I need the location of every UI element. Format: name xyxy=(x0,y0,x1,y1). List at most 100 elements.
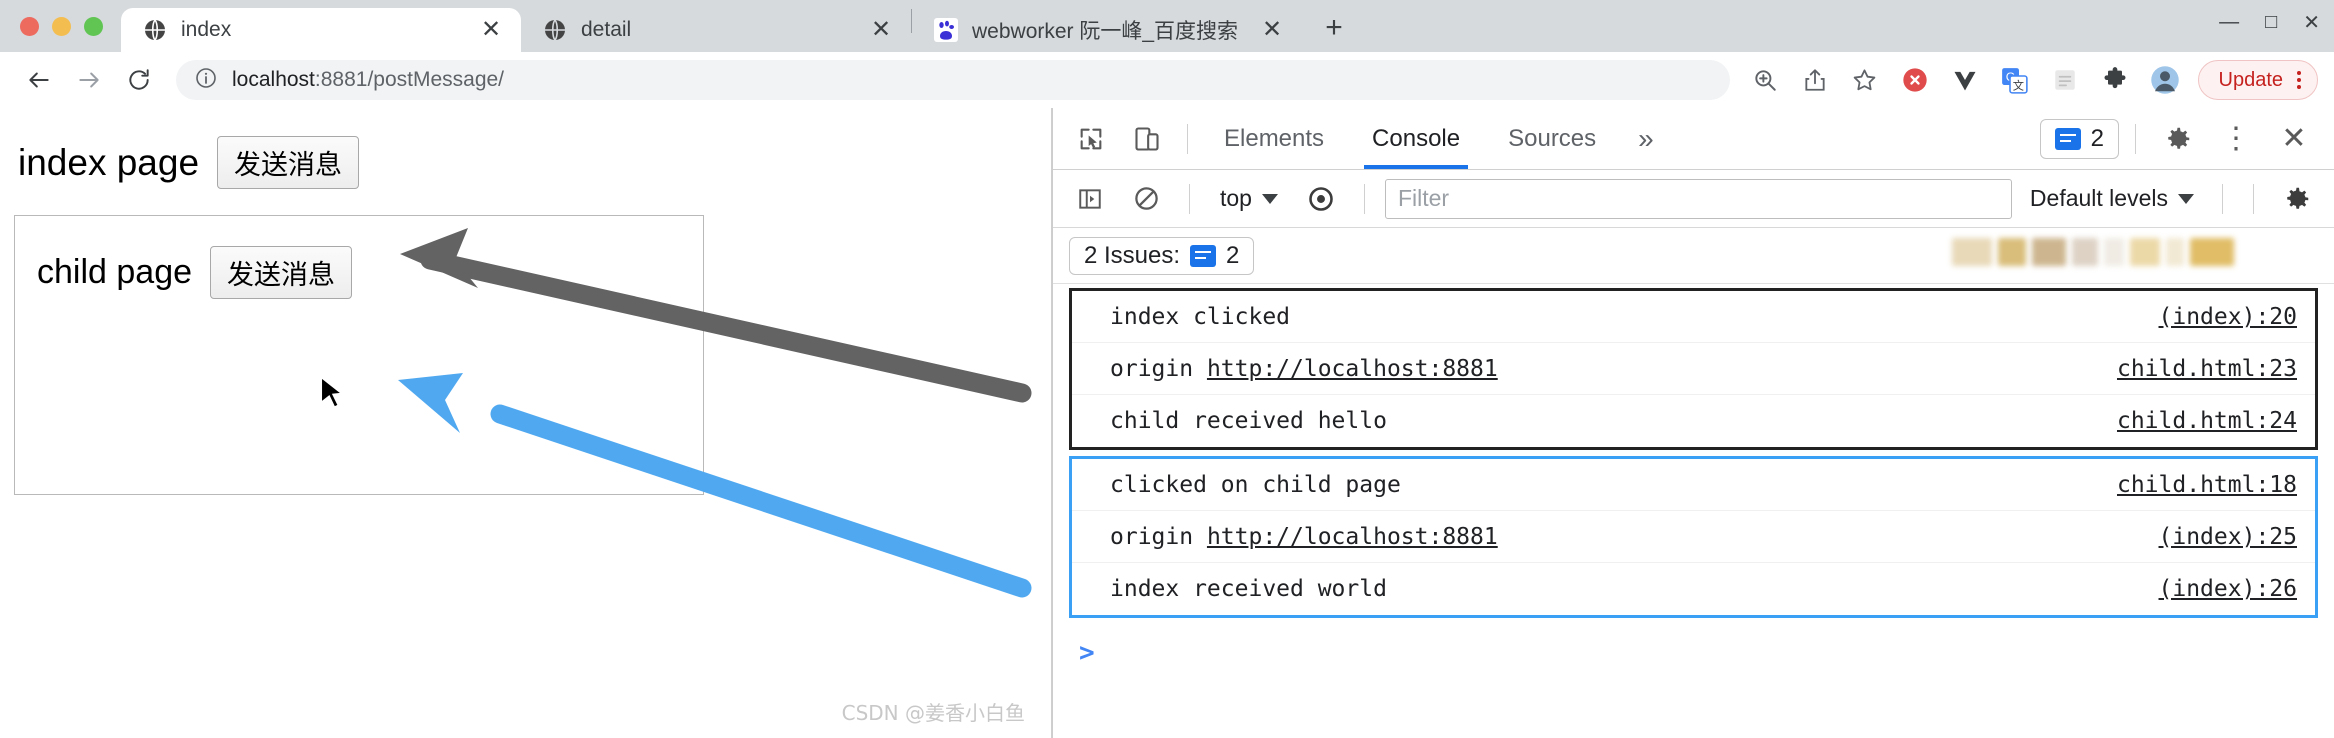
console-levels-selector[interactable]: Default levels xyxy=(2022,185,2202,212)
page-title: index page xyxy=(18,141,200,183)
filter-divider-2 xyxy=(1363,183,1365,214)
log-row[interactable]: origin http://localhost:8881 child.html:… xyxy=(1072,343,2315,395)
log-source-link[interactable]: (index):26 xyxy=(2159,576,2297,602)
log-source-link[interactable]: (index):20 xyxy=(2159,304,2297,330)
adblock-icon[interactable] xyxy=(1894,59,1936,101)
log-row[interactable]: origin http://localhost:8881 (index):25 xyxy=(1072,511,2315,563)
issues-summary-button[interactable]: 2 Issues: 2 xyxy=(1069,236,1255,275)
url-host: localhost xyxy=(232,68,315,91)
console-sidebar-icon[interactable] xyxy=(1067,177,1113,221)
filter-divider-4 xyxy=(2253,183,2254,214)
tab-sources[interactable]: Sources xyxy=(1486,109,1618,169)
vue-devtools-icon[interactable] xyxy=(1944,59,1986,101)
browser-toolbar: localhost:8881/postMessage/ G文 xyxy=(0,52,2334,108)
devtools-tabbar: Elements Console Sources » 2 ⋮ ✕ xyxy=(1053,108,2334,170)
log-row[interactable]: index received world (index):26 xyxy=(1072,563,2315,615)
tab-webworker-baidu[interactable]: webworker 阮一峰_百度搜索 ✕ xyxy=(912,8,1302,52)
log-message: index clicked xyxy=(1110,303,1291,330)
chevron-down-icon xyxy=(1261,193,1278,204)
address-bar[interactable]: localhost:8881/postMessage/ xyxy=(176,60,1730,100)
log-message-link[interactable]: http://localhost:8881 xyxy=(1207,356,1498,382)
child-send-message-button[interactable]: 发送消息 xyxy=(210,246,353,299)
tab-detail[interactable]: detail ✕ xyxy=(521,8,911,52)
log-source-link[interactable]: child.html:23 xyxy=(2117,356,2297,382)
index-page-header: index page 发送消息 xyxy=(0,108,1051,189)
log-source-link[interactable]: (index):25 xyxy=(2159,524,2297,550)
child-iframe: child page 发送消息 xyxy=(14,215,704,495)
issues-count-value: 2 xyxy=(1226,241,1240,269)
google-translate-icon[interactable]: G文 xyxy=(1994,59,2036,101)
devtools-settings-gear-icon[interactable] xyxy=(2152,115,2204,163)
info-circle-icon[interactable] xyxy=(194,66,218,95)
zoom-search-icon[interactable] xyxy=(1744,59,1786,101)
issues-message-icon xyxy=(2054,127,2081,150)
log-row[interactable]: clicked on child page child.html:18 xyxy=(1072,459,2315,511)
bookmark-star-icon[interactable] xyxy=(1844,59,1886,101)
browser-window: index ✕ detail ✕ webworker 阮一峰_百度搜索 ✕ + … xyxy=(0,0,2334,738)
blurred-content-strip xyxy=(1952,238,2234,266)
tab-index[interactable]: index ✕ xyxy=(121,8,521,52)
minimize-window-button[interactable] xyxy=(52,16,71,36)
device-toolbar-icon[interactable] xyxy=(1121,115,1173,163)
share-icon[interactable] xyxy=(1794,59,1836,101)
url-path: :8881/postMessage/ xyxy=(314,68,505,91)
log-message: index received world xyxy=(1110,576,1387,602)
content-area: index page 发送消息 child page 发送消息 CSDN @姜香… xyxy=(0,108,2334,738)
devtools-panel: Elements Console Sources » 2 ⋮ ✕ top Fil… xyxy=(1052,108,2334,738)
update-label: Update xyxy=(2218,68,2284,91)
more-tabs-icon[interactable]: » xyxy=(1622,123,1670,155)
issues-bar: 2 Issues: 2 xyxy=(1053,228,2334,284)
filter-divider xyxy=(1189,183,1190,214)
devtools-close-icon[interactable]: ✕ xyxy=(2268,115,2320,163)
close-window-button[interactable] xyxy=(20,16,39,36)
reload-button[interactable] xyxy=(116,57,162,103)
update-button[interactable]: Update xyxy=(2197,60,2318,100)
svg-text:文: 文 xyxy=(2013,78,2024,92)
forward-button[interactable] xyxy=(66,57,112,103)
close-icon[interactable]: ✕ xyxy=(477,16,505,44)
index-send-message-button[interactable]: 发送消息 xyxy=(217,136,360,189)
devtools-more-options-icon[interactable]: ⋮ xyxy=(2210,115,2262,163)
tab-title: webworker 阮一峰_百度搜索 xyxy=(972,20,1239,43)
log-message: child received hello xyxy=(1110,408,1387,434)
baidu-icon xyxy=(934,18,958,42)
mouse-cursor-icon xyxy=(320,376,344,409)
maximize-window-button[interactable] xyxy=(84,16,103,36)
console-filter-bar: top Filter Default levels xyxy=(1053,170,2334,228)
issues-counter-badge[interactable]: 2 xyxy=(2039,118,2119,159)
execution-context-selector[interactable]: top xyxy=(1210,185,1288,212)
child-page-title: child page xyxy=(37,253,193,291)
console-settings-icon[interactable] xyxy=(2274,177,2320,221)
globe-icon xyxy=(143,18,167,42)
log-source-link[interactable]: child.html:24 xyxy=(2117,408,2297,434)
log-group-index: index clicked (index):20 origin http://l… xyxy=(1069,288,2318,450)
disabled-extension-icon[interactable] xyxy=(2044,59,2086,101)
chrome-menu-icon[interactable] xyxy=(2297,71,2301,89)
inspect-element-icon[interactable] xyxy=(1065,115,1117,163)
log-message: clicked on child page xyxy=(1110,471,1401,498)
console-filter-input[interactable]: Filter xyxy=(1384,178,2012,219)
console-prompt[interactable]: > xyxy=(1053,624,2334,668)
new-tab-button[interactable]: + xyxy=(1312,6,1356,50)
tab-elements[interactable]: Elements xyxy=(1202,109,1346,169)
chevron-down-icon xyxy=(2178,193,2194,204)
web-page-viewport: index page 发送消息 child page 发送消息 CSDN @姜香… xyxy=(0,108,1052,738)
log-source-link[interactable]: child.html:18 xyxy=(2117,472,2297,498)
clear-console-icon[interactable] xyxy=(1123,177,1169,221)
log-row[interactable]: index clicked (index):20 xyxy=(1072,291,2315,343)
issues-count: 2 xyxy=(2090,124,2104,152)
maximize-icon[interactable]: □ xyxy=(2265,11,2277,34)
address-bar-url: localhost:8881/postMessage/ xyxy=(232,68,504,92)
close-icon[interactable]: ✕ xyxy=(867,16,895,44)
live-expression-icon[interactable] xyxy=(1298,177,1344,221)
issues-message-icon xyxy=(1190,244,1217,267)
extensions-puzzle-icon[interactable] xyxy=(2094,59,2136,101)
tab-console[interactable]: Console xyxy=(1350,109,1482,169)
minimize-icon[interactable]: — xyxy=(2219,11,2239,34)
profile-avatar-icon[interactable] xyxy=(2144,59,2186,101)
close-icon[interactable]: ✕ xyxy=(2303,10,2320,35)
back-button[interactable] xyxy=(16,57,62,103)
log-message-link[interactable]: http://localhost:8881 xyxy=(1207,524,1498,550)
close-icon[interactable]: ✕ xyxy=(1258,16,1286,44)
log-row[interactable]: child received hello child.html:24 xyxy=(1072,395,2315,447)
